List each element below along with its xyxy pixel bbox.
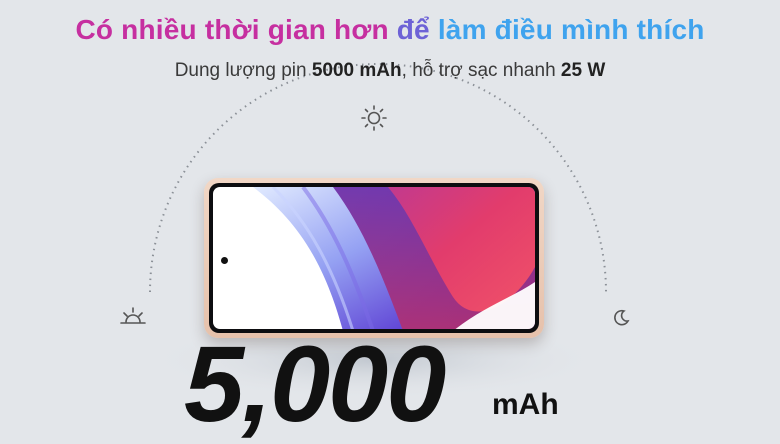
headline-part-3: làm điều mình thích — [437, 14, 705, 45]
battery-capacity-text: 5000 mAh — [311, 60, 402, 81]
sun-icon — [361, 105, 387, 131]
headline-part-1: Có nhiều thời gian hơn — [75, 14, 397, 45]
subline-prefix: Dung lượng pin — [174, 60, 312, 81]
headline: Có nhiều thời gian hơn để làm điều mình … — [0, 14, 780, 46]
subheadline: Dung lượng pin 5000 mAh, hỗ trợ sạc nhan… — [0, 60, 780, 82]
phone-image — [204, 178, 544, 338]
charging-power-text: 25 W — [560, 60, 606, 81]
battery-capacity-unit: mAh — [492, 388, 559, 421]
phone-screen — [213, 187, 535, 329]
battery-capacity-number: 5,000 — [184, 323, 446, 444]
subline-middle: , hỗ trợ sạc nhanh — [401, 60, 561, 81]
headline-part-2: để — [396, 14, 438, 45]
moon-icon — [614, 309, 630, 326]
wallpaper-art — [213, 187, 535, 329]
front-camera-icon — [221, 257, 228, 264]
sunrise-icon — [120, 307, 146, 324]
phone-bezel — [209, 183, 539, 333]
